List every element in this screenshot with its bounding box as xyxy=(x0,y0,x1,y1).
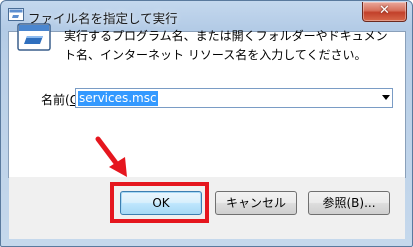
close-button[interactable]: ✕ xyxy=(362,2,407,22)
cancel-button[interactable]: キャンセル xyxy=(215,191,297,215)
red-arrow-icon xyxy=(95,136,127,177)
run-dialog-window: ファイル名を指定して実行 ✕ 実行するプログラム名、または開くフォルダーやドキュ… xyxy=(0,0,413,247)
chevron-down-icon[interactable] xyxy=(382,95,390,100)
close-icon: ✕ xyxy=(379,3,390,18)
description-text: 実行するプログラム名、または開くフォルダーやドキュメント名、インターネット リソ… xyxy=(64,29,388,62)
browse-button[interactable]: 参照(B)... xyxy=(308,191,390,215)
ok-highlight-box xyxy=(110,182,209,223)
command-input[interactable]: services.msc xyxy=(78,91,158,106)
run-program-icon xyxy=(17,23,51,51)
run-dialog-icon xyxy=(8,8,24,21)
command-combobox[interactable]: services.msc xyxy=(75,88,393,108)
name-label-prefix: 名前( xyxy=(41,93,70,107)
